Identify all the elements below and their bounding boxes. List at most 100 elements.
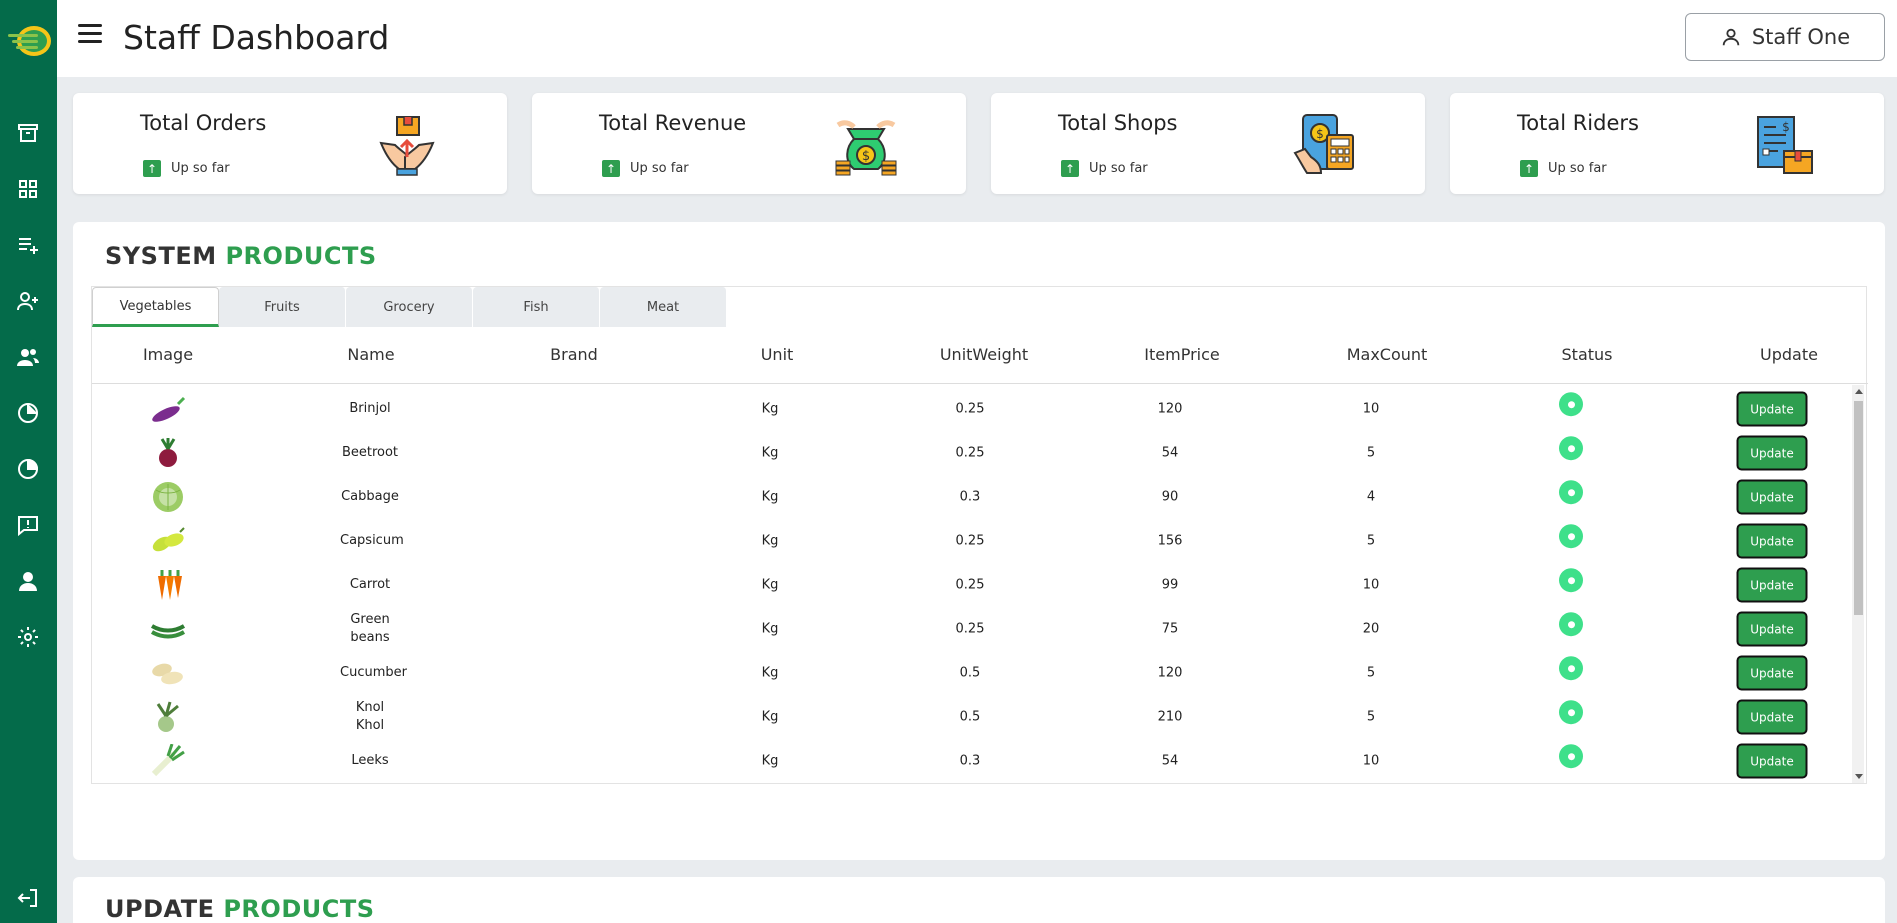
update-button[interactable]: Update <box>1736 699 1808 735</box>
product-unit-weight: 0.25 <box>955 401 985 417</box>
product-name: Cucumber <box>340 665 407 680</box>
product-max-count: 20 <box>1362 621 1380 637</box>
pie-chart-icon[interactable] <box>14 399 42 427</box>
product-unit-weight: 0.25 <box>955 621 985 637</box>
update-button[interactable]: Update <box>1736 391 1808 427</box>
user-name: Staff One <box>1751 25 1851 49</box>
arrow-up-icon: ↑ <box>1520 160 1538 177</box>
status-toggle[interactable] <box>1559 436 1583 461</box>
update-button[interactable]: Update <box>1736 479 1808 515</box>
product-name: Cabbage <box>341 489 399 504</box>
table-body: Brinjol Kg 0.25 120 10 Update Beetroot K… <box>92 385 1868 783</box>
pie-chart-alt-icon[interactable] <box>14 455 42 483</box>
card-title: Total Orders <box>140 111 267 135</box>
update-button[interactable]: Update <box>1736 655 1808 691</box>
leeks-image <box>151 744 185 777</box>
product-unit-weight: 0.3 <box>959 753 981 769</box>
update-button[interactable]: Update <box>1736 567 1808 603</box>
column-header-image: Image <box>142 345 194 364</box>
logo[interactable] <box>4 20 54 62</box>
scroll-down-icon[interactable] <box>1855 774 1863 779</box>
scrollbar-thumb[interactable] <box>1854 401 1863 615</box>
column-header-unitweight: UnitWeight <box>939 345 1029 364</box>
product-unit: Kg <box>761 665 779 681</box>
settings-icon[interactable] <box>14 623 42 651</box>
user-menu-button[interactable]: Staff One <box>1685 13 1885 61</box>
product-unit: Kg <box>761 577 779 593</box>
status-toggle[interactable] <box>1559 524 1583 549</box>
beetroot-image <box>159 438 177 467</box>
menu-toggle-icon[interactable] <box>78 24 104 50</box>
status-toggle[interactable] <box>1559 700 1583 725</box>
table-scrollbar[interactable] <box>1852 385 1864 783</box>
status-toggle[interactable] <box>1559 568 1583 593</box>
status-toggle[interactable] <box>1559 656 1583 681</box>
brinjal-image <box>152 396 186 422</box>
table-row: Cucumber Kg 0.5 120 5 Update <box>92 651 1852 695</box>
status-toggle[interactable] <box>1559 612 1583 637</box>
tab-fruits[interactable]: Fruits <box>219 287 346 327</box>
product-price: 54 <box>1161 445 1179 461</box>
table-row: Capsicum Kg 0.25 156 5 Update <box>92 519 1852 563</box>
product-name: Beetroot <box>341 445 399 460</box>
tab-vegetables[interactable]: Vegetables <box>92 287 219 327</box>
section-title-update-products: UPDATE PRODUCTS <box>105 895 375 923</box>
product-price: 120 <box>1157 665 1183 681</box>
profile-icon[interactable] <box>14 567 42 595</box>
column-header-maxcount: MaxCount <box>1346 345 1428 364</box>
shops-calculator-icon: $ <box>1293 114 1354 174</box>
status-toggle[interactable] <box>1559 744 1583 769</box>
status-toggle[interactable] <box>1559 392 1583 417</box>
table-row: Leeks Kg 0.3 54 10 Update <box>92 739 1852 783</box>
product-unit-weight: 0.5 <box>959 665 981 681</box>
update-button[interactable]: Update <box>1736 611 1808 647</box>
product-unit: Kg <box>761 709 779 725</box>
column-header-brand: Brand <box>550 345 598 364</box>
column-header-unit: Unit <box>760 345 794 364</box>
product-unit-weight: 0.25 <box>955 445 985 461</box>
product-unit: Kg <box>761 753 779 769</box>
product-price: 99 <box>1161 577 1179 593</box>
card-title: Total Riders <box>1517 111 1639 135</box>
product-price: 75 <box>1161 621 1179 637</box>
knol-khol-image <box>156 701 179 732</box>
tab-meat[interactable]: Meat <box>600 287 727 327</box>
cucumber-image <box>152 663 183 685</box>
product-max-count: 10 <box>1362 401 1380 417</box>
update-button[interactable]: Update <box>1736 435 1808 471</box>
feedback-icon[interactable] <box>14 511 42 539</box>
logout-icon[interactable] <box>14 884 42 912</box>
update-button[interactable]: Update <box>1736 743 1808 779</box>
product-max-count: 5 <box>1366 709 1376 725</box>
product-unit: Kg <box>761 401 779 417</box>
section-title-system-products: SYSTEM PRODUCTS <box>105 242 377 270</box>
orders-icon[interactable] <box>14 119 42 147</box>
add-user-icon[interactable] <box>14 287 42 315</box>
status-toggle[interactable] <box>1559 480 1583 505</box>
tab-grocery[interactable]: Grocery <box>346 287 473 327</box>
page-title: Staff Dashboard <box>123 18 390 57</box>
tab-fish[interactable]: Fish <box>473 287 600 327</box>
product-name: Carrot <box>349 577 391 592</box>
users-icon[interactable] <box>14 343 42 371</box>
product-max-count: 10 <box>1362 577 1380 593</box>
system-products-panel: SYSTEM PRODUCTS Vegetables Fruits Grocer… <box>73 222 1885 860</box>
dashboard-icon[interactable] <box>14 175 42 203</box>
table-row: Carrot Kg 0.25 99 10 Update <box>92 563 1852 607</box>
column-header-name: Name <box>347 345 395 364</box>
card-subtitle: Up so far <box>171 161 230 176</box>
table-header: Image Name Brand Unit UnitWeight ItemPri… <box>92 327 1868 384</box>
update-button[interactable]: Update <box>1736 523 1808 559</box>
product-unit-weight: 0.25 <box>955 533 985 549</box>
table-row: Green beans Kg 0.25 75 20 Update <box>92 607 1852 651</box>
column-header-status: Status <box>1561 345 1613 364</box>
product-name: Knol Khol <box>355 700 385 733</box>
arrow-up-icon: ↑ <box>1061 160 1079 177</box>
table-row: Beetroot Kg 0.25 54 5 Update <box>92 431 1852 475</box>
product-max-count: 4 <box>1366 489 1376 505</box>
update-products-panel: UPDATE PRODUCTS <box>73 877 1885 923</box>
scroll-up-icon[interactable] <box>1855 389 1863 394</box>
add-list-icon[interactable] <box>14 231 42 259</box>
product-price: 210 <box>1157 709 1183 725</box>
revenue-money-bag-icon: $ <box>835 120 897 176</box>
